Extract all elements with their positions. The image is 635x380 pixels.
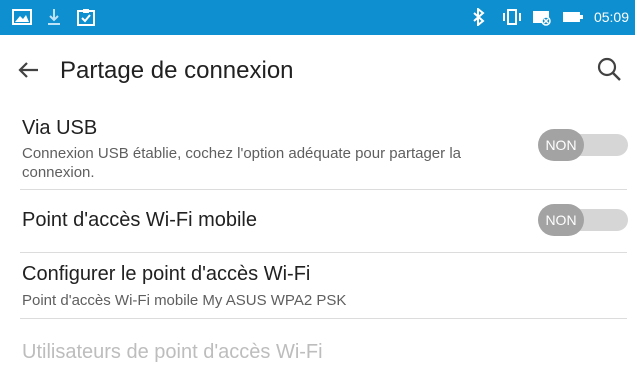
vibrate-icon [502, 8, 522, 26]
status-bar: 05:09 [0, 0, 635, 35]
usb-tethering-switch[interactable]: NON [538, 129, 628, 161]
setting-title: Configurer le point d'accès Wi-Fi [22, 263, 311, 285]
setting-row-hotspot-users: Utilisateurs de point d'accès Wi-Fi [0, 319, 635, 380]
setting-title: Point d'accès Wi-Fi mobile [22, 209, 257, 231]
search-button[interactable] [593, 53, 627, 87]
setting-row-usb-tethering[interactable]: Via USB Connexion USB établie, cochez l'… [0, 107, 635, 189]
battery-saver-icon [532, 8, 552, 26]
wifi-hotspot-switch[interactable]: NON [538, 204, 628, 236]
image-icon [12, 8, 32, 26]
setting-row-configure-hotspot[interactable]: Configurer le point d'accès Wi-Fi Point … [0, 253, 635, 319]
search-icon [597, 57, 621, 81]
back-button[interactable] [12, 53, 46, 87]
battery-icon [562, 8, 583, 26]
status-time: 05:09 [593, 9, 629, 25]
setting-summary: Connexion USB établie, cochez l'option a… [22, 145, 461, 181]
arrow-left-icon [18, 62, 38, 78]
setting-row-wifi-hotspot[interactable]: Point d'accès Wi-Fi mobile NON [0, 190, 635, 252]
setting-title: Utilisateurs de point d'accès Wi-Fi [22, 341, 323, 363]
page-title: Partage de connexion [60, 57, 294, 84]
clipboard-check-icon [76, 8, 96, 26]
app-bar: Partage de connexion [0, 35, 635, 107]
setting-summary: Point d'accès Wi-Fi mobile My ASUS WPA2 … [22, 292, 347, 309]
bluetooth-icon [472, 6, 492, 28]
switch-thumb: NON [538, 204, 584, 236]
switch-thumb: NON [538, 129, 584, 161]
setting-title: Via USB [22, 117, 98, 139]
download-icon [44, 8, 64, 26]
